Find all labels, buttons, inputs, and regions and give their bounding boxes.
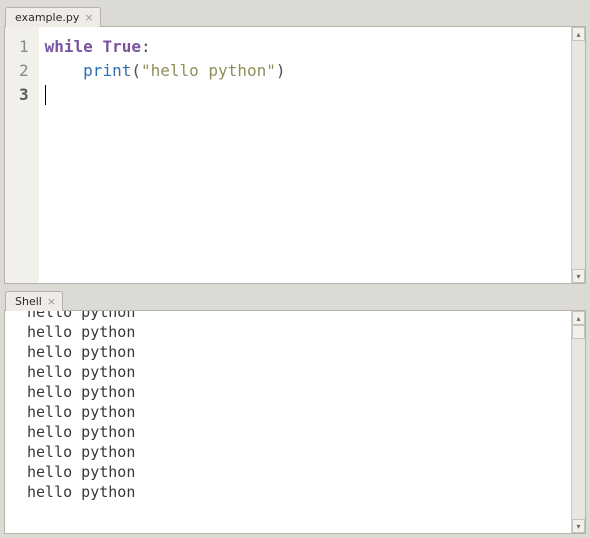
scroll-down-icon[interactable]: ▾ (572, 519, 585, 533)
shell-frame: hello pythonhello pythonhello pythonhell… (4, 310, 586, 534)
editor-pane: example.py × 123 while True: print("hell… (4, 4, 586, 284)
shell-line: hello python (27, 402, 567, 422)
scroll-up-icon[interactable]: ▴ (572, 311, 585, 325)
line-number-gutter: 123 (5, 27, 39, 283)
shell-tab-label: Shell (15, 295, 42, 308)
shell-tab-row: Shell × (4, 288, 586, 310)
code-line: print("hello python") (45, 59, 567, 83)
scroll-down-icon[interactable]: ▾ (572, 269, 585, 283)
shell-line: hello python (27, 422, 567, 442)
editor-tab-label: example.py (15, 11, 79, 24)
code-line: while True: (45, 35, 567, 59)
shell-line: hello python (27, 462, 567, 482)
shell-line: hello python (27, 482, 567, 502)
shell-output[interactable]: hello pythonhello pythonhello pythonhell… (5, 311, 571, 533)
scroll-up-icon[interactable]: ▴ (572, 27, 585, 41)
line-number: 2 (19, 59, 29, 83)
editor-tab[interactable]: example.py × (5, 7, 101, 27)
close-icon[interactable]: × (84, 12, 93, 23)
line-number: 1 (19, 35, 29, 59)
shell-pane: Shell × hello pythonhello pythonhello py… (4, 288, 586, 534)
shell-line: hello python (27, 311, 567, 322)
shell-line: hello python (27, 322, 567, 342)
editor-tab-row: example.py × (4, 4, 586, 26)
scroll-thumb[interactable] (572, 325, 585, 339)
shell-line: hello python (27, 342, 567, 362)
scroll-track[interactable] (572, 41, 585, 269)
shell-line: hello python (27, 362, 567, 382)
shell-line: hello python (27, 442, 567, 462)
code-area[interactable]: while True: print("hello python") (39, 27, 571, 283)
editor-frame: 123 while True: print("hello python") ▴ … (4, 26, 586, 284)
line-number: 3 (19, 83, 29, 107)
scroll-track[interactable] (572, 325, 585, 519)
shell-line: hello python (27, 382, 567, 402)
shell-scrollbar[interactable]: ▴ ▾ (571, 311, 585, 533)
close-icon[interactable]: × (47, 296, 56, 307)
editor-scrollbar[interactable]: ▴ ▾ (571, 27, 585, 283)
shell-tab[interactable]: Shell × (5, 291, 63, 311)
